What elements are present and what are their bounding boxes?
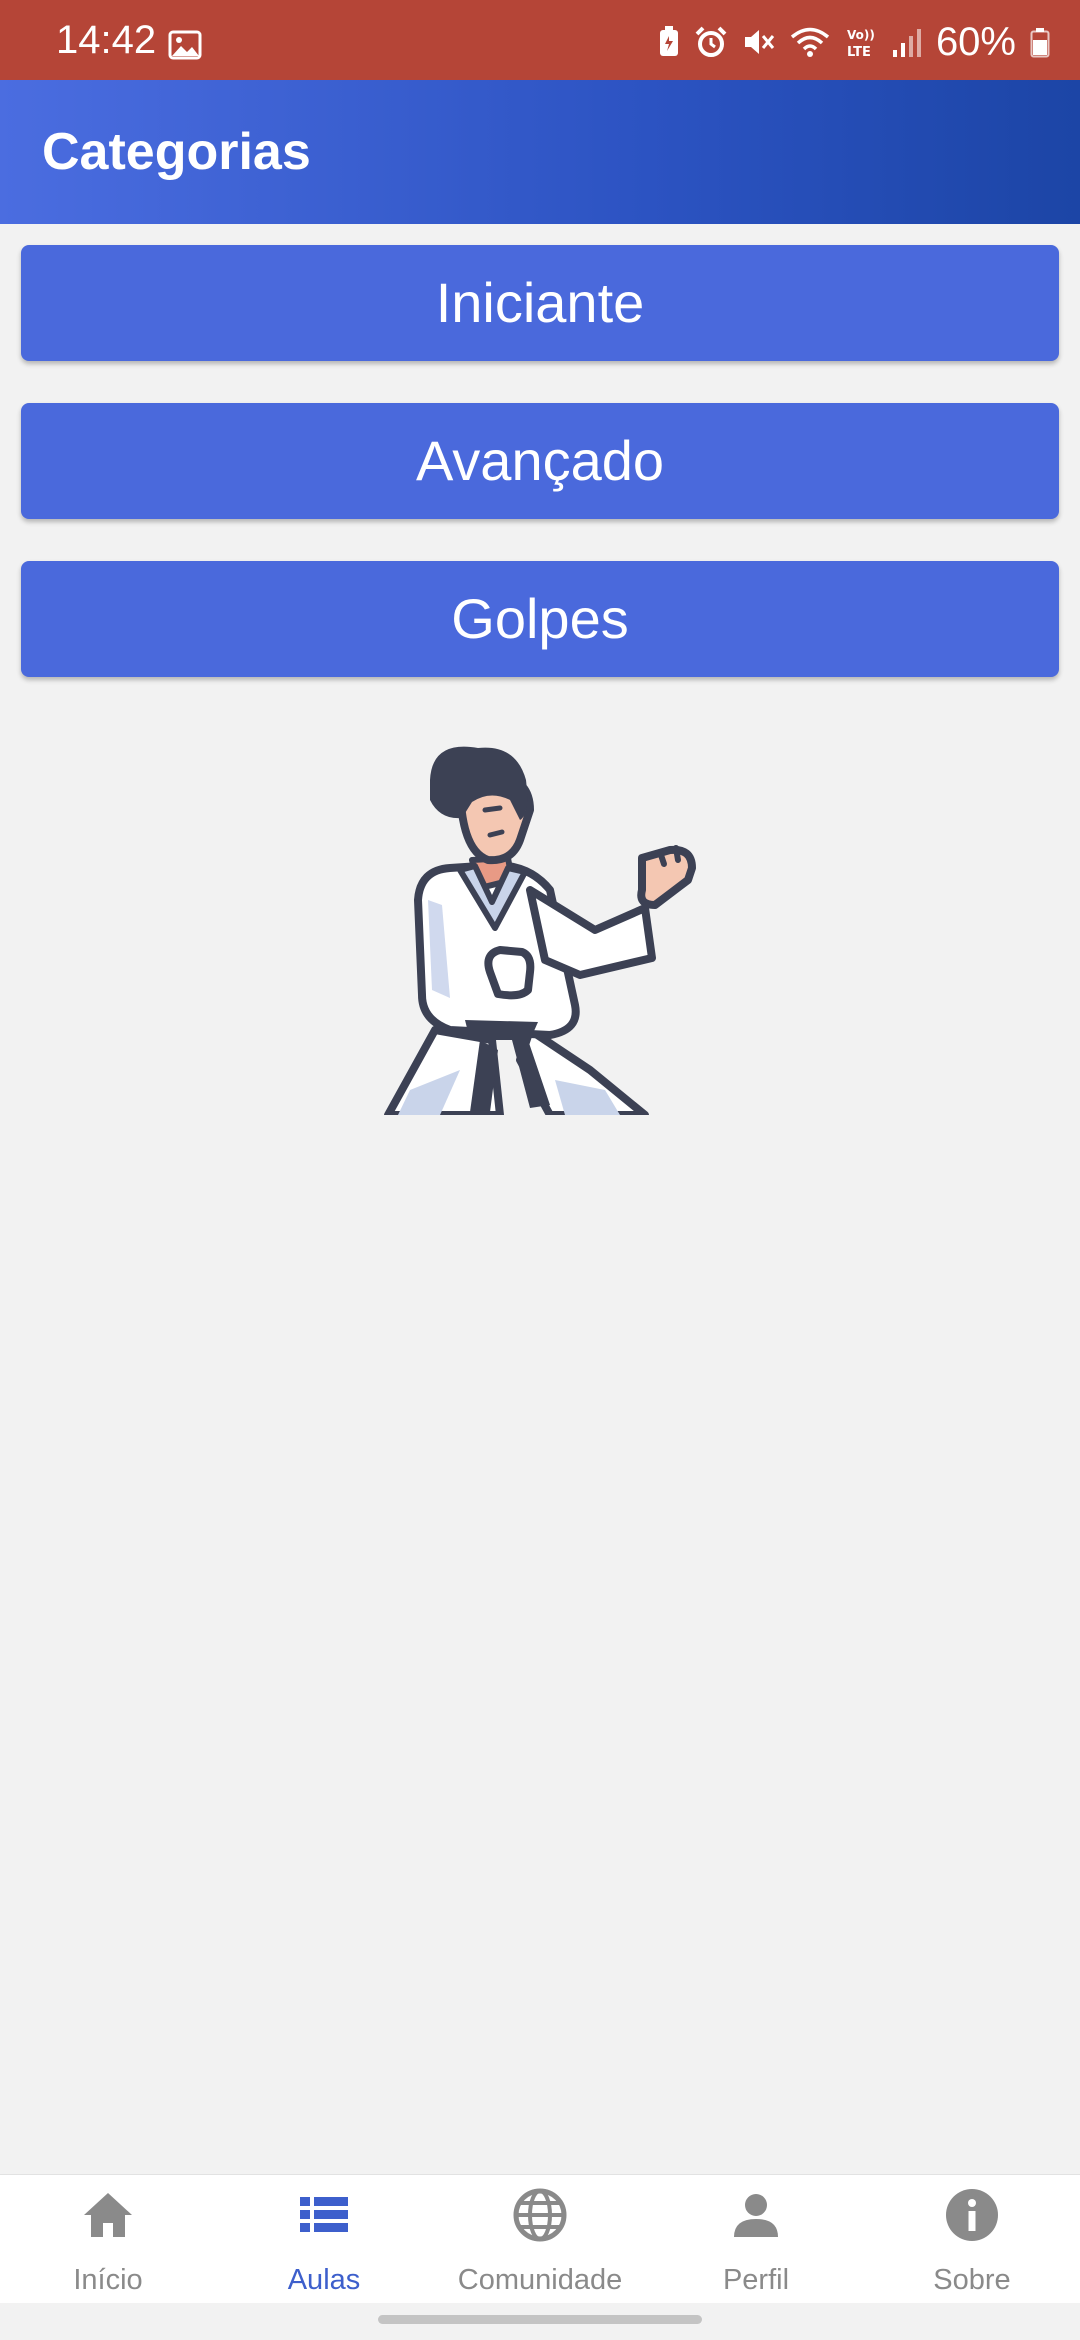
category-button-avancado[interactable]: Avançado bbox=[21, 403, 1059, 519]
home-indicator[interactable] bbox=[378, 2315, 702, 2324]
home-icon bbox=[80, 2187, 136, 2243]
karate-illustration bbox=[380, 740, 710, 1119]
person-icon bbox=[728, 2187, 784, 2243]
nav-label-perfil: Perfil bbox=[722, 2264, 790, 2296]
signal-icon bbox=[892, 26, 922, 58]
mute-icon bbox=[742, 26, 776, 58]
bottom-navigation: Início Aulas Comunidade Perfil Sobre bbox=[0, 2174, 1080, 2303]
svg-text:LTE: LTE bbox=[847, 45, 871, 59]
svg-text:Vo)): Vo)) bbox=[847, 28, 875, 42]
wifi-icon bbox=[790, 26, 830, 58]
gallery-icon bbox=[168, 30, 202, 65]
volte-icon: Vo)) LTE bbox=[844, 25, 878, 59]
status-bar: 14:42 Vo)) LTE 60% bbox=[0, 0, 1080, 80]
app-bar: Categorias bbox=[0, 80, 1080, 224]
nav-item-inicio[interactable]: Início bbox=[0, 2175, 216, 2303]
category-button-iniciante[interactable]: Iniciante bbox=[21, 245, 1059, 361]
status-icons: Vo)) LTE 60% bbox=[658, 22, 1050, 62]
alarm-icon bbox=[694, 26, 728, 58]
nav-label-aulas: Aulas bbox=[287, 2264, 361, 2296]
nav-label-inicio: Início bbox=[73, 2264, 143, 2296]
info-icon bbox=[944, 2187, 1000, 2243]
globe-icon bbox=[512, 2187, 568, 2243]
nav-label-sobre: Sobre bbox=[933, 2264, 1011, 2296]
nav-item-sobre[interactable]: Sobre bbox=[864, 2175, 1080, 2303]
battery-saver-icon bbox=[658, 26, 680, 58]
battery-percentage: 60% bbox=[935, 20, 1016, 64]
nav-label-comunidade: Comunidade bbox=[457, 2264, 623, 2296]
nav-item-perfil[interactable]: Perfil bbox=[648, 2175, 864, 2303]
nav-item-comunidade[interactable]: Comunidade bbox=[432, 2175, 648, 2303]
nav-item-aulas[interactable]: Aulas bbox=[216, 2175, 432, 2303]
category-button-golpes[interactable]: Golpes bbox=[21, 561, 1059, 677]
page-title: Categorias bbox=[42, 123, 311, 181]
status-time: 14:42 bbox=[56, 18, 157, 62]
list-icon bbox=[296, 2187, 352, 2243]
battery-icon bbox=[1030, 26, 1050, 58]
